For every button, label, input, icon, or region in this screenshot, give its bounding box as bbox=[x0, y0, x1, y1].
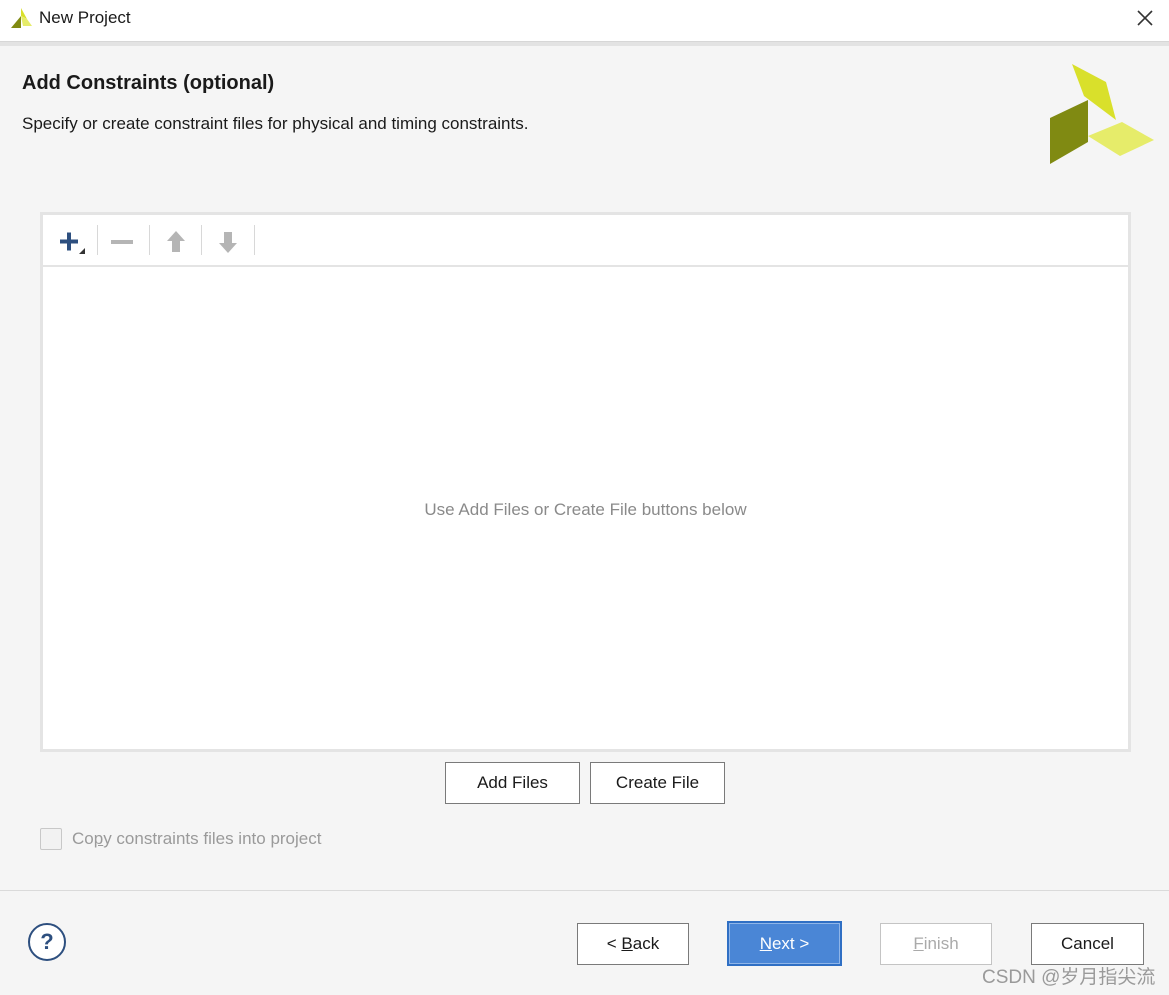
vivado-logo-icon bbox=[11, 8, 32, 28]
page-title: Add Constraints (optional) bbox=[22, 72, 275, 94]
page-subtitle: Specify or create constraint files for p… bbox=[22, 114, 529, 133]
remove-icon bbox=[111, 240, 133, 244]
window-title: New Project bbox=[39, 8, 131, 27]
next-button[interactable]: Next > bbox=[727, 921, 842, 966]
cancel-label: Cancel bbox=[1061, 934, 1114, 953]
title-bar: New Project bbox=[0, 0, 1169, 42]
vivado-logo bbox=[1050, 64, 1154, 164]
create-file-label: Create File bbox=[615, 773, 700, 792]
help-icon: ? bbox=[40, 929, 54, 954]
toolbar-separator bbox=[149, 225, 150, 255]
file-list-toolbar bbox=[43, 215, 1128, 267]
copy-constraints-option: Copy constraints files into project bbox=[40, 828, 321, 850]
move-up-icon bbox=[167, 231, 185, 252]
toolbar-separator bbox=[97, 225, 98, 255]
finish-button: Finish bbox=[880, 923, 992, 965]
back-button[interactable]: < Back bbox=[577, 923, 689, 965]
title-bar-divider bbox=[0, 42, 1169, 46]
help-button[interactable]: ? bbox=[28, 923, 66, 961]
add-files-button[interactable]: Add Files bbox=[445, 762, 580, 804]
back-label: < Back bbox=[606, 934, 660, 953]
cancel-button[interactable]: Cancel bbox=[1031, 923, 1144, 965]
add-icon[interactable] bbox=[56, 227, 86, 257]
empty-list-message: Use Add Files or Create File buttons bel… bbox=[424, 500, 747, 519]
toolbar-separator bbox=[254, 225, 255, 255]
finish-label: Finish bbox=[913, 934, 959, 953]
constraints-file-list[interactable]: Use Add Files or Create File buttons bel… bbox=[40, 212, 1131, 752]
copy-constraints-label: Copy constraints files into project bbox=[72, 829, 322, 848]
close-icon[interactable] bbox=[1133, 6, 1157, 30]
move-down-icon bbox=[219, 232, 237, 253]
copy-constraints-checkbox bbox=[40, 828, 62, 850]
add-files-label: Add Files bbox=[477, 773, 548, 792]
toolbar-separator bbox=[201, 225, 202, 255]
next-label: Next > bbox=[759, 933, 810, 953]
watermark: CSDN @岁月指尖流 bbox=[982, 967, 1156, 988]
create-file-button[interactable]: Create File bbox=[590, 762, 725, 804]
footer-divider bbox=[0, 890, 1169, 891]
